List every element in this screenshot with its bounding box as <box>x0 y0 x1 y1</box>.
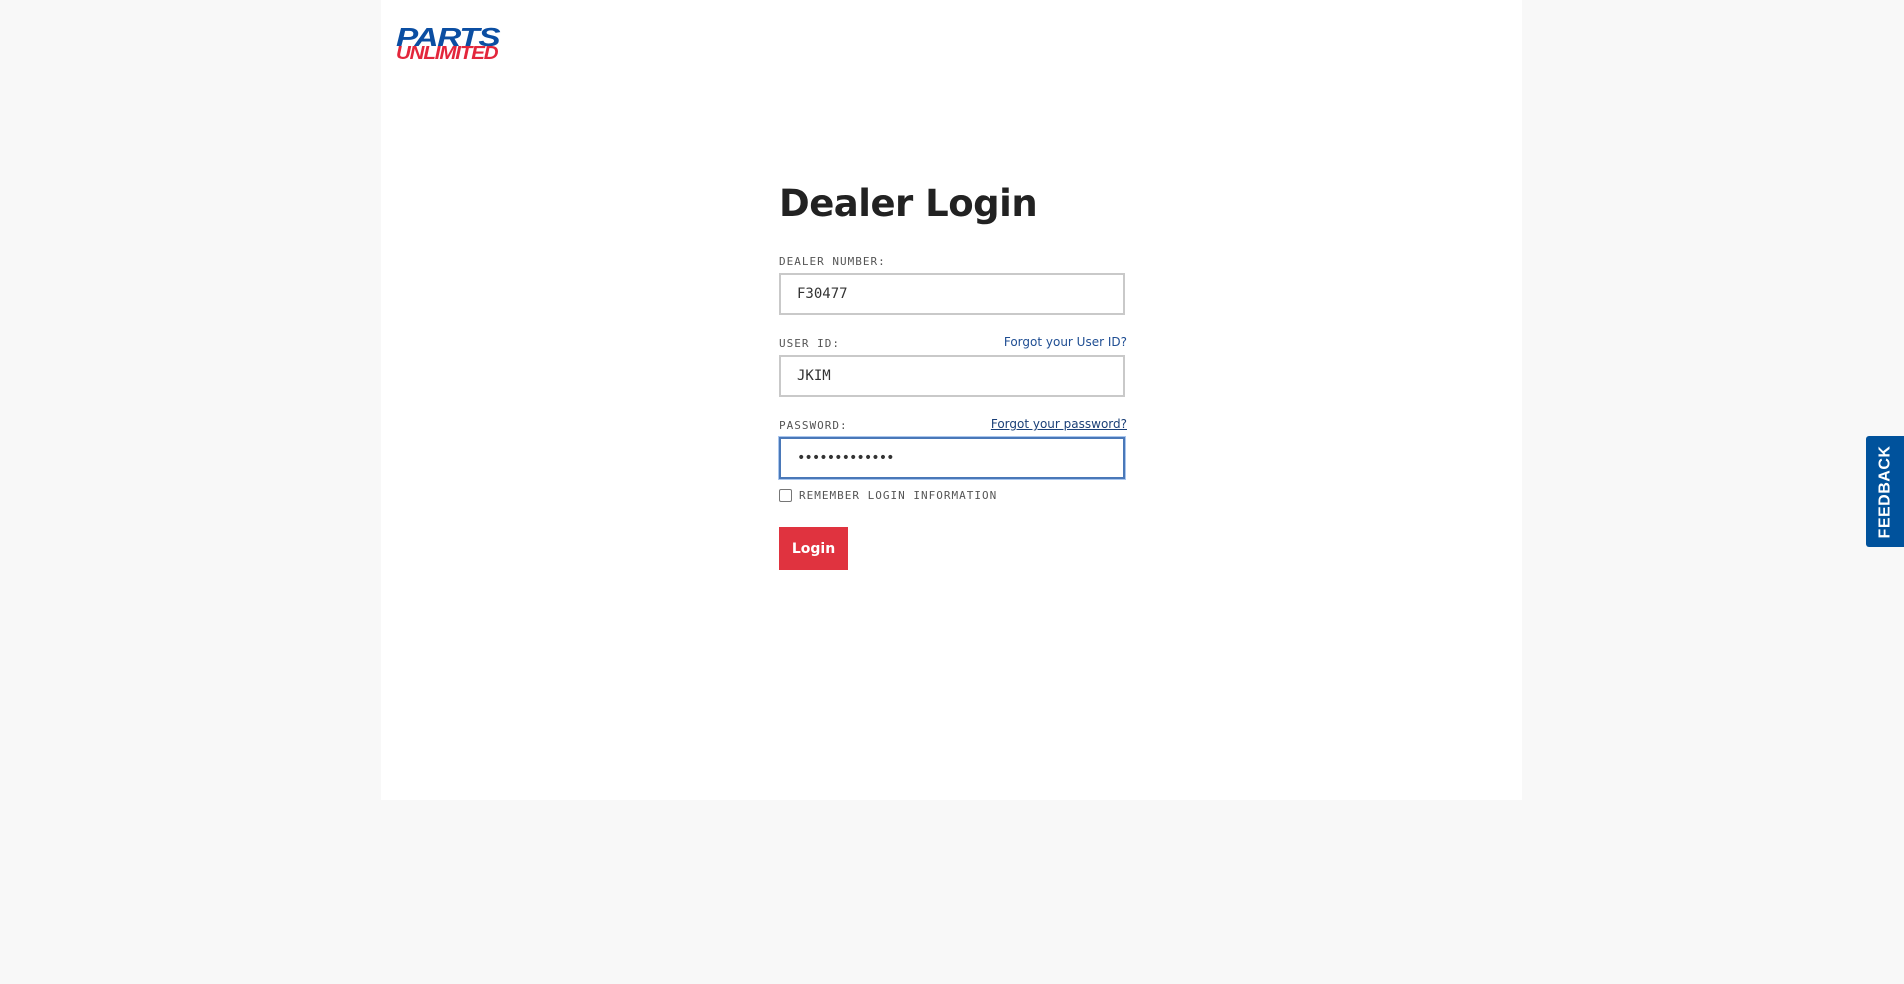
remember-login-row: REMEMBER LOGIN INFORMATION <box>779 489 997 502</box>
dealer-number-value: F30477 <box>797 286 848 302</box>
password-input[interactable]: ••••••••••••• <box>779 437 1125 479</box>
feedback-tab[interactable]: FEEDBACK <box>1866 436 1904 547</box>
dealer-number-label: DEALER NUMBER: <box>779 255 886 268</box>
logo-text-parts: PARTS <box>396 22 501 52</box>
logo-text-unlimited: UNLIMITED <box>396 43 499 63</box>
password-label: PASSWORD: <box>779 419 848 432</box>
forgot-password-link[interactable]: Forgot your password? <box>991 417 1127 431</box>
page-container: PARTS UNLIMITED Dealer Login DEALER NUMB… <box>381 0 1522 800</box>
feedback-label: FEEDBACK <box>1876 445 1894 538</box>
page-title: Dealer Login <box>779 182 1038 225</box>
password-masked-value: ••••••••••••• <box>797 450 895 466</box>
dealer-number-input[interactable]: F30477 <box>779 273 1125 315</box>
remember-login-label[interactable]: REMEMBER LOGIN INFORMATION <box>799 489 997 502</box>
forgot-user-id-link[interactable]: Forgot your User ID? <box>1004 335 1127 349</box>
user-id-label: USER ID: <box>779 337 840 350</box>
remember-login-checkbox[interactable] <box>779 489 792 502</box>
login-button[interactable]: Login <box>779 527 848 570</box>
user-id-value: JKIM <box>797 368 831 384</box>
parts-unlimited-logo[interactable]: PARTS UNLIMITED <box>396 24 538 62</box>
user-id-input[interactable]: JKIM <box>779 355 1125 397</box>
